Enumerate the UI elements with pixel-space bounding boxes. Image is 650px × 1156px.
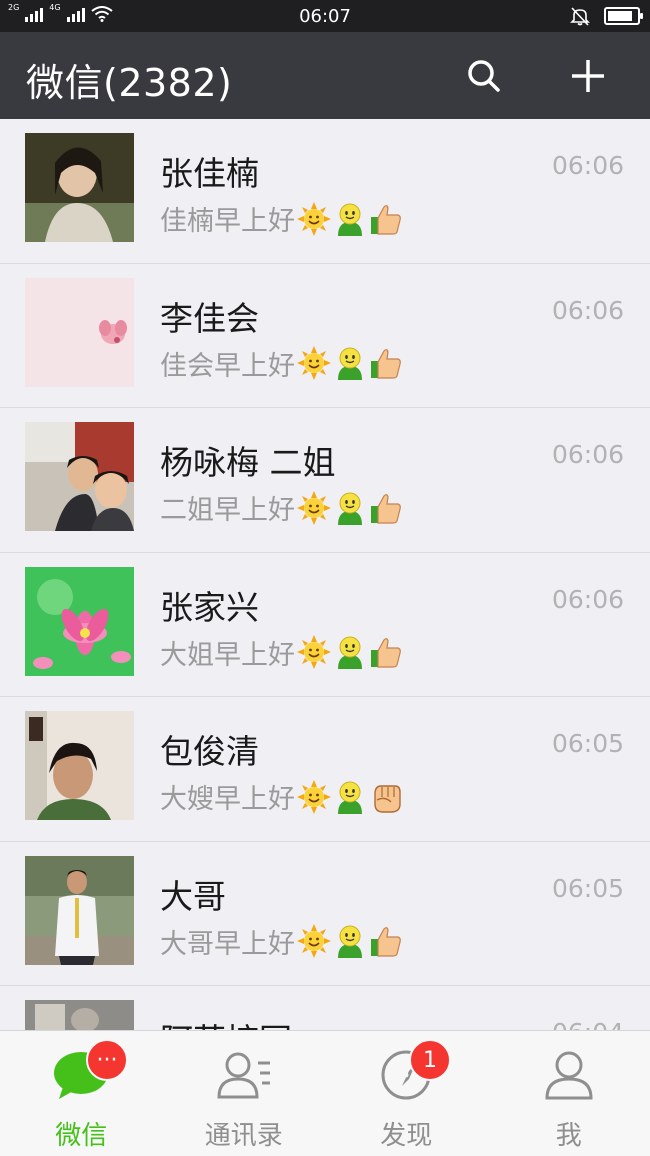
chat-message: 佳会早上好 (160, 350, 295, 382)
chat-time: 06:06 (551, 584, 624, 614)
chat-time: 06:05 (551, 873, 624, 903)
chat-preview: 二姐早上好 (160, 488, 403, 527)
chat-name: 阿茸控园 (160, 1014, 292, 1030)
tab-discover-label: 发现 (380, 1121, 433, 1151)
bottom-tab-bar: ··· 微信 通讯录 1 发现 我 (0, 1030, 650, 1156)
smiley-emoji-icon (333, 780, 367, 814)
sun-emoji-icon (297, 635, 331, 669)
avatar[interactable] (25, 1000, 134, 1030)
chat-time: 06:05 (551, 729, 624, 758)
chat-preview: 大嫂早上好 (160, 777, 403, 816)
chat-name: 李佳会 (160, 298, 259, 338)
avatar[interactable] (25, 855, 134, 965)
chat-name: 杨咏梅 二姐 (160, 443, 336, 482)
smiley-emoji-icon (333, 346, 367, 380)
chat-time: 06:04 (552, 1018, 624, 1030)
chat-message: 佳楠早上好 (160, 206, 295, 237)
chat-item[interactable]: 张佳楠 06:06 佳楠早上好 (0, 119, 650, 264)
chat-item[interactable]: 大哥 06:05 大哥早上好 (0, 842, 650, 986)
sun-emoji-icon (297, 201, 331, 236)
tab-contacts-label: 通讯录 (204, 1121, 283, 1151)
chat-time: 06:06 (551, 151, 624, 180)
app-header: 微信(2382) (0, 32, 650, 119)
chat-name: 包俊清 (160, 732, 259, 771)
smiley-emoji-icon (333, 635, 367, 669)
fist-emoji-icon (369, 780, 403, 814)
status-time: 06:07 (299, 6, 351, 27)
sun-emoji-icon (297, 924, 331, 958)
chat-item[interactable]: 阿茸控园 06:04 (0, 986, 650, 1030)
tab-chats-badge: ··· (86, 1039, 128, 1081)
chat-time: 06:06 (551, 440, 624, 469)
sun-emoji-icon (297, 490, 331, 525)
tab-chats[interactable]: ··· 微信 (0, 1031, 163, 1156)
smiley-emoji-icon (333, 491, 367, 525)
tab-discover-badge: 1 (409, 1039, 451, 1081)
chat-item[interactable]: 李佳会 06:06 佳会早上好 (0, 264, 650, 408)
tab-discover[interactable]: 1 发现 (325, 1031, 488, 1156)
chat-name: 大哥 (160, 876, 226, 916)
chat-message: 大姐早上好 (160, 639, 295, 671)
search-icon (468, 60, 500, 92)
plus-icon (572, 60, 604, 92)
tab-chats-label: 微信 (55, 1121, 108, 1151)
page-title: 微信(2382) (26, 61, 233, 105)
silent-bell-icon (570, 7, 590, 26)
chat-preview: 大姐早上好 (160, 633, 403, 672)
tab-me-label: 我 (555, 1121, 582, 1151)
chat-message: 大嫂早上好 (160, 784, 295, 815)
chat-name: 张佳楠 (160, 154, 259, 193)
chat-item[interactable]: 杨咏梅 二姐 06:06 二姐早上好 (0, 408, 650, 553)
tab-me[interactable]: 我 (488, 1031, 650, 1156)
contacts-icon (217, 1052, 270, 1099)
smiley-emoji-icon (333, 202, 367, 236)
avatar[interactable] (25, 711, 134, 820)
smiley-emoji-icon (333, 924, 367, 958)
thumbs-up-emoji-icon (369, 202, 403, 236)
avatar[interactable] (25, 277, 134, 387)
add-button[interactable] (566, 54, 610, 98)
chat-name: 张家兴 (160, 587, 259, 627)
thumbs-up-emoji-icon (369, 924, 403, 958)
status-bar: 2G 4G 06:07 (0, 0, 650, 32)
sun-emoji-icon (297, 779, 331, 814)
search-button[interactable] (462, 54, 506, 98)
sun-emoji-icon (297, 346, 331, 380)
person-icon (545, 1051, 593, 1100)
chat-preview: 佳会早上好 (160, 344, 403, 383)
avatar[interactable] (25, 422, 134, 531)
chat-item[interactable]: 包俊清 06:05 大嫂早上好 (0, 697, 650, 842)
battery-icon (604, 7, 643, 25)
avatar[interactable] (25, 133, 134, 242)
tab-contacts[interactable]: 通讯录 (163, 1031, 326, 1156)
chat-message: 二姐早上好 (160, 495, 295, 526)
chat-preview: 大哥早上好 (160, 922, 403, 961)
chat-time: 06:06 (551, 295, 624, 325)
chat-list[interactable]: 张佳楠 06:06 佳楠早上好 李佳会 06:06 佳会早上好 杨咏梅 二姐 0… (0, 119, 650, 1030)
thumbs-up-emoji-icon (369, 635, 403, 669)
thumbs-up-emoji-icon (369, 346, 403, 380)
avatar[interactable] (25, 566, 134, 676)
chat-preview: 佳楠早上好 (160, 199, 403, 238)
thumbs-up-emoji-icon (369, 491, 403, 525)
chat-item[interactable]: 张家兴 06:06 大姐早上好 (0, 553, 650, 697)
chat-message: 大哥早上好 (160, 928, 295, 960)
